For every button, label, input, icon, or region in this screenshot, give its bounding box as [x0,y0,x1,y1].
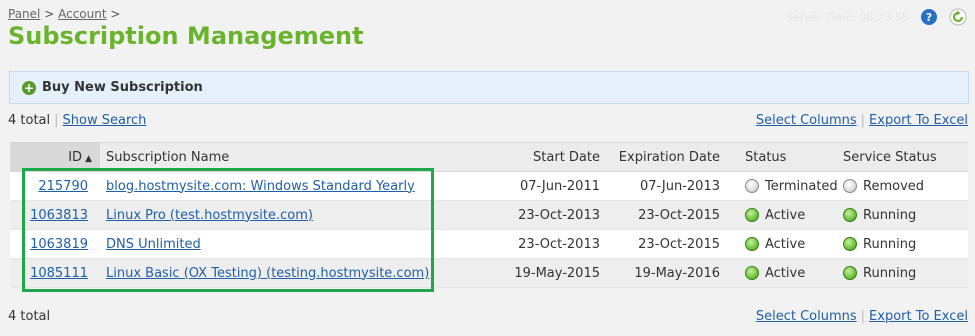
total-count: 4 total [8,309,51,324]
subscription-name-link[interactable]: blog.hostmysite.com: Windows Standard Ye… [106,179,415,194]
column-header-name[interactable]: Subscription Name [100,142,505,172]
row-id-cell: 215790 [10,171,100,201]
status-dot-icon [745,237,759,251]
status-text: Active [765,236,806,252]
status-cell: Active [720,200,843,230]
expiration-date-cell: 23-Oct-2015 [600,229,720,259]
status-dot-icon [843,179,857,193]
subscription-id-link[interactable]: 1063819 [30,237,88,252]
status-text: Active [765,207,806,223]
service-status-text: Running [863,265,917,281]
plus-circle-icon: + [22,80,36,95]
status-dot-icon [843,266,857,280]
status-dot-icon [745,208,759,222]
expiration-date-cell: 07-Jun-2013 [600,171,720,201]
list-toolbar-top: 4 total | Show Search Select Columns | Expor… [8,113,968,128]
column-header-service-status[interactable]: Service Status [843,142,968,172]
help-icon[interactable]: ? [921,9,937,25]
select-columns-link[interactable]: Select Columns [756,113,857,128]
service-status-cell: Running [843,229,968,259]
row-name-cell: DNS Unlimited [100,229,505,259]
column-header-status[interactable]: Status [720,142,843,172]
refresh-icon[interactable] [949,8,967,26]
row-name-cell: Linux Pro (test.hostmysite.com) [100,200,505,230]
row-id-cell: 1063813 [10,200,100,230]
status-cell: Active [720,258,843,288]
start-date-cell: 23-Oct-2013 [505,229,600,259]
subscription-name-link[interactable]: Linux Pro (test.hostmysite.com) [106,208,313,223]
toolbar-right: Select Columns | Export To Excel [755,309,968,324]
buy-new-subscription-label: Buy New Subscription [42,80,203,95]
column-header-start-date[interactable]: Start Date [505,142,600,172]
server-time: Server Time: 08:23:55 [785,10,909,24]
row-id-cell: 1085111 [10,258,100,288]
select-columns-link[interactable]: Select Columns [756,309,857,324]
toolbar-left: 4 total [8,309,50,324]
service-status-cell: Running [843,200,968,230]
subscription-id-link[interactable]: 1085111 [30,266,88,281]
export-to-excel-link[interactable]: Export To Excel [869,113,968,128]
status-dot-icon [745,266,759,280]
breadcrumb-panel-link[interactable]: Panel [8,7,40,21]
buy-new-subscription-bar[interactable]: + Buy New Subscription [9,71,969,104]
subscription-name-link[interactable]: DNS Unlimited [106,237,201,252]
subscription-name-link[interactable]: Linux Basic (OX Testing) (testing.hostmy… [106,266,429,281]
breadcrumb-separator: > [110,7,121,21]
expiration-date-cell: 23-Oct-2015 [600,200,720,230]
service-status-cell: Removed [843,171,968,201]
status-dot-icon [843,208,857,222]
breadcrumb-separator: > [44,7,55,21]
list-toolbar-bottom: 4 total Select Columns | Export To Excel [8,309,968,324]
service-status-text: Running [863,207,917,223]
column-header-id[interactable]: ID ▲ [10,142,100,172]
service-status-text: Running [863,236,917,252]
total-count: 4 total [8,113,51,128]
toolbar-right: Select Columns | Export To Excel [755,113,968,128]
service-status-text: Removed [863,178,925,194]
table-row: 1063813 Linux Pro (test.hostmysite.com) 23… [10,200,968,230]
show-search-link[interactable]: Show Search [63,113,147,128]
subscription-id-link[interactable]: 215790 [38,179,88,194]
breadcrumb: Panel > Account > [8,7,120,21]
row-id-cell: 1063819 [10,229,100,259]
sort-ascending-icon: ▲ [85,153,92,164]
subscriptions-table: ID ▲ Subscription Name Start Date Expirat… [10,142,968,288]
start-date-cell: 19-May-2015 [505,258,600,288]
page-title: Subscription Management [8,22,364,50]
start-date-cell: 07-Jun-2011 [505,171,600,201]
table-header-row: ID ▲ Subscription Name Start Date Expirat… [10,142,968,172]
header-tools: Server Time: 08:23:55 ? [786,8,967,26]
status-text: Terminated [765,178,838,194]
status-dot-icon [843,237,857,251]
breadcrumb-account-link[interactable]: Account [58,7,106,21]
table-row: 215790 blog.hostmysite.com: Windows Stand… [10,171,968,201]
table-row: 1063819 DNS Unlimited 23-Oct-2013 23-Oct-20… [10,229,968,259]
row-name-cell: blog.hostmysite.com: Windows Standard Ye… [100,171,505,201]
export-to-excel-link[interactable]: Export To Excel [869,309,968,324]
subscription-id-link[interactable]: 1063813 [30,208,88,223]
toolbar-left: 4 total | Show Search [8,113,147,128]
status-dot-icon [745,179,759,193]
expiration-date-cell: 19-May-2016 [600,258,720,288]
status-cell: Active [720,229,843,259]
status-cell: Terminated [720,171,843,201]
column-header-expiration-date[interactable]: Expiration Date [600,142,720,172]
status-text: Active [765,265,806,281]
table-row: 1085111 Linux Basic (OX Testing) (testing… [10,258,968,288]
service-status-cell: Running [843,258,968,288]
row-name-cell: Linux Basic (OX Testing) (testing.hostmy… [100,258,505,288]
start-date-cell: 23-Oct-2013 [505,200,600,230]
